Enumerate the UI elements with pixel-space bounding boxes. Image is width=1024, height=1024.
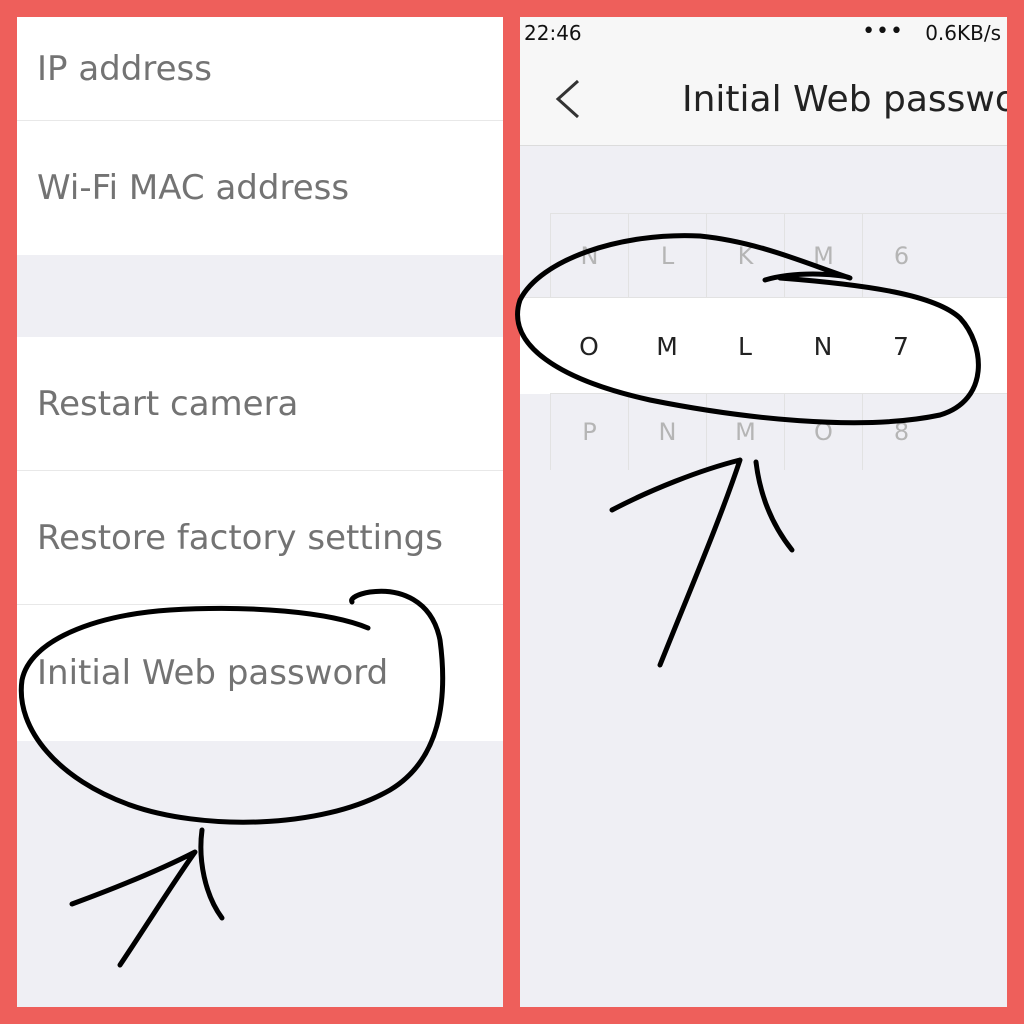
nav-bar: Initial Web passwo: [520, 55, 1007, 146]
picker-row-next: P N M O 8: [550, 393, 1007, 470]
page-title: Initial Web passwo: [682, 79, 1007, 120]
password-char: M: [656, 331, 678, 361]
settings-item-initial-web-password[interactable]: Initial Web password: [17, 605, 503, 741]
picker-cell: P: [550, 394, 628, 470]
password-char: 7: [893, 331, 909, 361]
settings-list-panel: IP address Wi-Fi MAC address Restart cam…: [17, 17, 503, 1007]
settings-item-label: Wi-Fi MAC address: [37, 168, 350, 208]
settings-item-label: IP address: [37, 48, 212, 89]
picker-cell: 8: [862, 394, 940, 470]
picker-cell: O: [784, 394, 862, 470]
settings-item-label: Restart camera: [37, 383, 299, 424]
picker-cell: N: [550, 214, 628, 298]
status-bar: 22:46 ••• 0.6KB/s: [520, 17, 1007, 55]
settings-item-label: Restore factory settings: [37, 517, 443, 558]
password-char: L: [738, 331, 752, 361]
settings-item-wifi-mac-address[interactable]: Wi-Fi MAC address: [17, 121, 503, 255]
chevron-left-icon[interactable]: [548, 75, 588, 123]
picker-cell: 6: [862, 214, 940, 298]
settings-item-restart-camera[interactable]: Restart camera: [17, 337, 503, 471]
password-char: N: [813, 331, 833, 361]
settings-item-restore-factory-settings[interactable]: Restore factory settings: [17, 471, 503, 605]
picker-cell: L: [628, 214, 706, 298]
password-char: O: [579, 331, 599, 361]
password-picker[interactable]: N L K M 6 O M L N 7 P N M O 8: [520, 213, 1007, 470]
picker-row-previous: N L K M 6: [550, 213, 1007, 298]
picker-cell: M: [706, 394, 784, 470]
picker-row-selected: O M L N 7: [520, 297, 1007, 394]
initial-web-password-screen: 22:46 ••• 0.6KB/s Initial Web passwo N L…: [520, 17, 1007, 1007]
status-time: 22:46: [524, 21, 582, 45]
settings-item-label: Initial Web password: [37, 653, 389, 693]
picker-cell: N: [628, 394, 706, 470]
settings-item-ip-address[interactable]: IP address: [17, 17, 503, 121]
network-speed: 0.6KB/s: [925, 21, 1001, 45]
picker-cell: K: [706, 214, 784, 298]
picker-cell: M: [784, 214, 862, 298]
more-dots-icon: •••: [862, 19, 904, 44]
